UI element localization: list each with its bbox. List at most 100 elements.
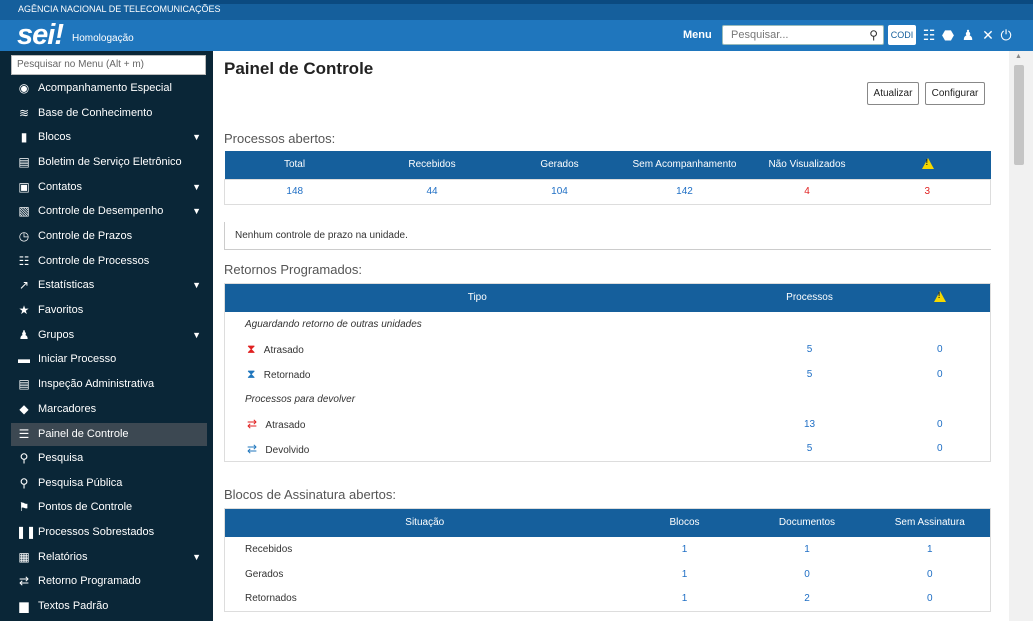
sidebar-search xyxy=(11,55,206,75)
processes-count[interactable]: 5 xyxy=(730,437,890,462)
row-label: Atrasado xyxy=(263,344,304,356)
sidebar-item-pesquisa[interactable]: ⚲ Pesquisa xyxy=(11,447,207,470)
warning-count[interactable]: 0 xyxy=(890,337,991,362)
open-processes-title: Processos abertos: xyxy=(224,131,336,146)
sidebar-item-label: Textos Padrão xyxy=(38,600,109,612)
logo-text: sei xyxy=(17,19,55,51)
scheduled-returns-table: Tipo Processos Aguardando retorno de out… xyxy=(224,283,991,462)
table-icon: ▦ xyxy=(18,550,30,564)
sidebar-menu: ◉ Acompanhamento Especial ≋ Base de Conhec… xyxy=(0,51,213,621)
caret-down-icon: ▼ xyxy=(192,330,201,340)
not-viewed-count[interactable]: 4 xyxy=(750,179,865,204)
tools-icon[interactable]: ✕ xyxy=(980,26,996,44)
unsigned-count[interactable]: 0 xyxy=(870,587,991,612)
sidebar-item-painel-controle[interactable]: ☰ Painel de Controle xyxy=(11,423,207,446)
sidebar-item-retorno-programado[interactable]: ⇄ Retorno Programado xyxy=(11,570,207,593)
table-row: ⇄ Devolvido 5 0 xyxy=(225,437,991,462)
sidebar-item-relatorios[interactable]: ▦ Relatórios ▼ xyxy=(11,546,207,569)
sidebar-item-marcadores[interactable]: ◆ Marcadores xyxy=(11,398,207,421)
col-not-viewed: Não Visualizados xyxy=(749,151,865,179)
caret-down-icon: ▼ xyxy=(192,552,201,562)
documents-count[interactable]: 2 xyxy=(745,587,870,612)
table-row: ⧗ Retornado 5 0 xyxy=(225,362,991,387)
processes-count[interactable]: 5 xyxy=(730,337,890,362)
documents-count[interactable]: 0 xyxy=(745,562,870,587)
newspaper-search-icon: ▤ xyxy=(18,155,30,169)
sidebar-item-iniciar-processo[interactable]: ▬ Iniciar Processo xyxy=(11,348,207,371)
sidebar-item-estatisticas[interactable]: ↗ Estatísticas ▼ xyxy=(11,274,207,297)
sidebar-item-contatos[interactable]: ▣ Contatos ▼ xyxy=(11,176,207,199)
row-label: Devolvido xyxy=(265,444,310,456)
row-label: Atrasado xyxy=(265,420,306,431)
unit-selector[interactable]: CODI xyxy=(888,25,916,45)
exchange-red-icon: ⇄ xyxy=(247,417,258,431)
blocks-count[interactable]: 1 xyxy=(625,562,745,587)
warning-count[interactable]: 0 xyxy=(890,362,991,387)
received-count[interactable]: 44 xyxy=(365,179,500,204)
warning-count[interactable]: 0 xyxy=(890,412,991,437)
sidebar-search-input[interactable] xyxy=(17,59,197,70)
sidebar-item-processos-sobrestados[interactable]: ❚❚ Processos Sobrestados xyxy=(11,521,207,544)
sidebar-item-acompanhamento-especial[interactable]: ◉ Acompanhamento Especial xyxy=(11,77,207,100)
blocks-count[interactable]: 1 xyxy=(625,587,745,612)
sidebar-item-favoritos[interactable]: ★ Favoritos xyxy=(11,299,207,322)
sidebar-item-controle-prazos[interactable]: ◷ Controle de Prazos xyxy=(11,225,207,248)
menu-bars-icon: ☰ xyxy=(18,427,30,441)
power-icon[interactable]: ⏻ xyxy=(998,26,1014,44)
generated-count[interactable]: 104 xyxy=(500,179,620,204)
sidebar-item-label: Relatórios xyxy=(38,551,88,563)
sidebar-item-label: Pesquisa Pública xyxy=(38,477,123,489)
sidebar-item-pontos-controle[interactable]: ⚑ Pontos de Controle xyxy=(11,496,207,519)
user-icon[interactable]: ♟ xyxy=(960,26,976,44)
documents-count[interactable]: 1 xyxy=(745,537,870,562)
sidebar-item-label: Blocos xyxy=(38,131,72,143)
blocks-list-icon[interactable]: ☷ xyxy=(921,26,937,44)
group-row: Aguardando retorno de outras unidades xyxy=(225,312,991,337)
search-icon[interactable]: ⚲ xyxy=(869,28,878,42)
sidebar-item-label: Retorno Programado xyxy=(38,575,141,587)
users-icon: ♟ xyxy=(18,328,30,342)
sidebar-item-inspecao[interactable]: ▤ Inspeção Administrativa xyxy=(11,373,207,396)
processes-count[interactable]: 5 xyxy=(730,362,890,387)
sidebar-item-pesquisa-publica[interactable]: ⚲ Pesquisa Pública xyxy=(11,472,207,495)
sidebar-item-controle-desempenho[interactable]: ▧ Controle de Desempenho ▼ xyxy=(11,200,207,223)
unsigned-count[interactable]: 0 xyxy=(870,562,991,587)
agency-strip: AGÊNCIA NACIONAL DE TELECOMUNICAÇÕES xyxy=(0,0,1033,20)
global-search-input[interactable] xyxy=(731,29,861,41)
sei-logo[interactable]: sei! xyxy=(17,19,64,51)
sidebar-item-blocos[interactable]: ▮ Blocos ▼ xyxy=(11,126,207,149)
col-blocks: Blocos xyxy=(624,508,745,537)
sidebar-item-textos-padrao[interactable]: ▆ Textos Padrão xyxy=(11,595,207,618)
sidebar-item-base-conhecimento[interactable]: ≋ Base de Conhecimento xyxy=(11,102,207,125)
total-count[interactable]: 148 xyxy=(225,179,365,204)
scroll-up-icon[interactable]: ▲ xyxy=(1015,53,1022,60)
configure-button[interactable]: Configurar xyxy=(925,82,985,105)
no-followup-count[interactable]: 142 xyxy=(620,179,750,204)
app-header: sei! Homologação Menu ⚲ CODI ☷ ⬣ ♟ ✕ ⏻ xyxy=(0,20,1033,51)
sidebar-item-grupos[interactable]: ♟ Grupos ▼ xyxy=(11,324,207,347)
global-search: ⚲ xyxy=(722,25,884,45)
processes-count[interactable]: 13 xyxy=(730,412,890,437)
menu-toggle-link[interactable]: Menu xyxy=(683,29,712,41)
line-chart-icon: ↗ xyxy=(18,278,30,292)
alert-icon[interactable]: ⬣ xyxy=(940,26,956,44)
warning-count[interactable]: 0 xyxy=(890,437,991,462)
flag-icon: ⚑ xyxy=(18,500,30,514)
page-title: Painel de Controle xyxy=(224,59,374,78)
folder-icon: ▬ xyxy=(18,352,30,366)
table-header-row: Tipo Processos xyxy=(224,283,991,312)
search-icon: ⚲ xyxy=(19,451,29,465)
sidebar-item-boletim[interactable]: ▤ Boletim de Serviço Eletrônico xyxy=(11,151,207,174)
col-situation: Situação xyxy=(224,508,625,537)
sidebar-item-controle-processos[interactable]: ☷ Controle de Processos xyxy=(11,250,207,273)
scrollbar-thumb[interactable] xyxy=(1014,65,1024,165)
blocks-count[interactable]: 1 xyxy=(625,537,745,562)
unsigned-count[interactable]: 1 xyxy=(870,537,991,562)
sidebar-item-label: Controle de Desempenho xyxy=(38,205,164,217)
environment-label: Homologação xyxy=(72,33,134,44)
warning-count[interactable]: 3 xyxy=(865,179,991,204)
vertical-scrollbar[interactable]: ▲ xyxy=(1009,51,1033,621)
exchange-blue-icon: ⇄ xyxy=(247,441,258,456)
refresh-button[interactable]: Atualizar xyxy=(867,82,919,105)
col-no-followup: Sem Acompanhamento xyxy=(619,151,750,179)
